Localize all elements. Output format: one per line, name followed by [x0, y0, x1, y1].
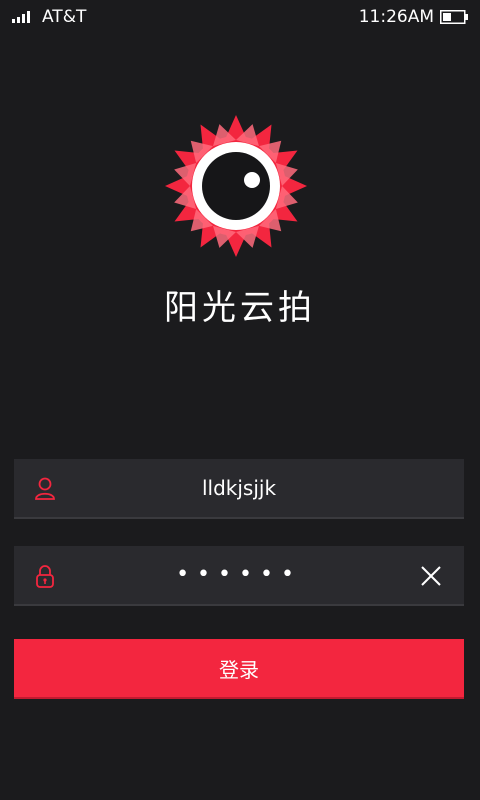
login-button[interactable]: 登录: [14, 639, 464, 699]
status-bar: AT&T 11:26AM: [0, 0, 480, 34]
clock: 11:26AM: [358, 7, 434, 27]
username-input[interactable]: lldkjsjjk: [74, 459, 404, 517]
battery-icon: [440, 10, 468, 24]
user-icon: [35, 477, 55, 500]
carrier-name: AT&T: [42, 7, 87, 27]
close-icon[interactable]: [420, 565, 442, 587]
username-field[interactable]: lldkjsjjk: [14, 459, 464, 519]
lock-icon: [36, 565, 54, 588]
app-title: 阳光云拍: [164, 288, 316, 328]
password-field[interactable]: ••••••: [14, 546, 464, 606]
signal-icon: [12, 11, 30, 23]
app-logo: [165, 115, 307, 257]
password-input[interactable]: ••••••: [74, 546, 404, 604]
